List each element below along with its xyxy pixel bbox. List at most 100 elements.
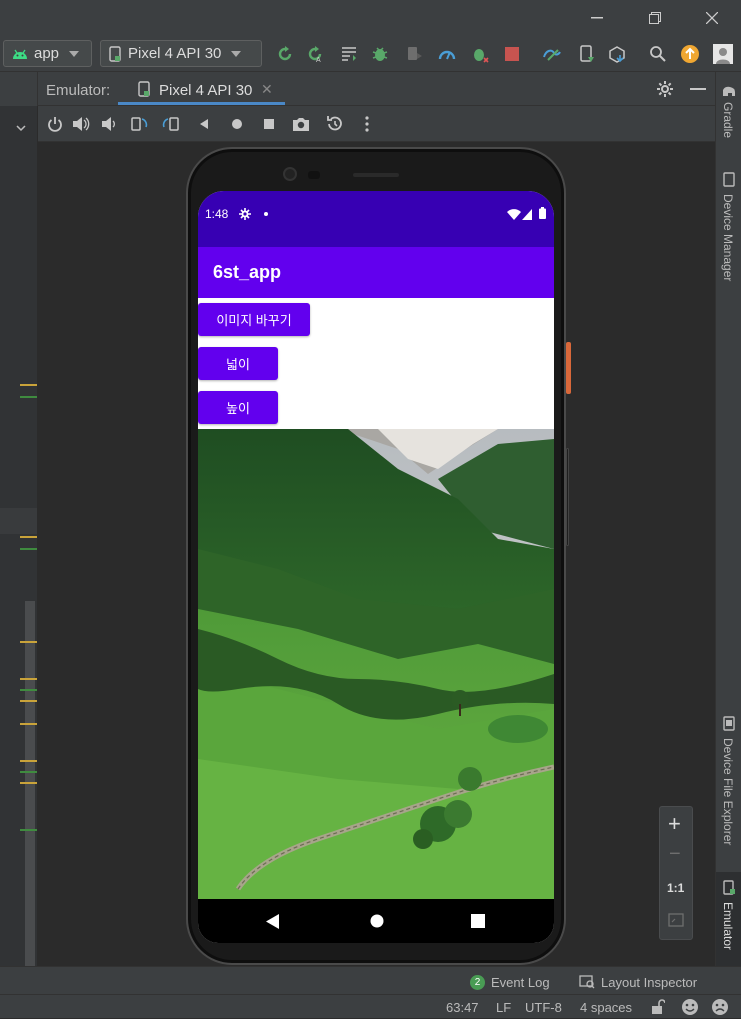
height-button[interactable]: 높이 (198, 391, 278, 424)
debug-attach-bug-icon[interactable] (470, 44, 490, 64)
rotate-left-icon[interactable] (130, 115, 148, 133)
left-editor-gutter (0, 106, 38, 966)
gear-icon[interactable] (656, 80, 674, 103)
line-ending[interactable]: LF (496, 1000, 511, 1015)
highlighted-row (0, 508, 37, 534)
marker-warning (20, 384, 37, 386)
file-encoding[interactable]: UTF-8 (525, 1000, 562, 1015)
home-icon[interactable] (228, 115, 246, 133)
volume-up-icon[interactable] (72, 115, 90, 133)
camera-screenshot-icon[interactable] (292, 115, 310, 133)
layout-inspector-icon (579, 975, 595, 989)
lock-open-icon[interactable] (651, 999, 666, 1018)
debug-bug-icon[interactable] (370, 44, 390, 64)
elephant-icon (722, 84, 736, 102)
status-time: 1:48 (205, 207, 229, 221)
tool-device-file-explorer[interactable]: Device File Explorer (716, 712, 741, 852)
zoom-in-button[interactable]: + (668, 811, 681, 837)
sad-face-icon[interactable] (711, 998, 729, 1019)
app-title: 6st_app (213, 262, 282, 282)
nav-home-icon[interactable] (370, 914, 384, 933)
cursor-position[interactable]: 63:47 (446, 1000, 479, 1015)
tab-label: Pixel 4 API 30 (159, 82, 253, 99)
chevron-down-icon (69, 50, 80, 57)
marker-warning (20, 760, 37, 762)
tool-gradle[interactable]: Gradle (716, 72, 741, 152)
attach-debugger-icon[interactable] (405, 44, 425, 64)
tab-pixel-4-api-30[interactable]: Pixel 4 API 30 ✕ (118, 72, 285, 106)
window-titlebar (0, 0, 741, 36)
front-camera (283, 167, 297, 181)
event-log-badge: 2 (470, 974, 485, 990)
search-icon[interactable] (648, 44, 668, 64)
zoom-controls: + − 1:1 (659, 806, 693, 940)
marker-change (20, 396, 37, 398)
indent-setting[interactable]: 4 spaces (580, 1000, 632, 1015)
rotate-right-icon[interactable] (162, 115, 180, 133)
marker-change (20, 829, 37, 831)
volume-down-icon[interactable] (100, 115, 118, 133)
back-icon[interactable] (195, 115, 213, 133)
emulator-controls (38, 106, 715, 142)
phone-device-icon (109, 45, 121, 62)
wifi-icon (507, 207, 521, 225)
change-image-button[interactable]: 이미지 바꾸기 (198, 303, 310, 336)
run-config-select[interactable]: app (3, 40, 92, 67)
hide-panel-icon[interactable] (690, 88, 706, 90)
profiler-icon[interactable] (437, 44, 457, 64)
phone-device-icon (138, 81, 150, 102)
user-avatar-icon[interactable] (713, 44, 733, 64)
layout-inspector-tab[interactable]: Layout Inspector (579, 973, 697, 991)
chevron-down-icon (231, 50, 242, 57)
sensor (308, 171, 320, 179)
zoom-fit-icon[interactable] (668, 913, 684, 932)
snapshot-icon[interactable] (326, 115, 344, 133)
width-button[interactable]: 넓이 (198, 347, 278, 380)
marker-change (20, 771, 37, 773)
emulator-tabbar: Emulator: Pixel 4 API 30 ✕ (0, 72, 715, 106)
close-window-icon[interactable] (697, 6, 727, 30)
sdk-manager-icon[interactable] (607, 44, 627, 64)
bottom-tool-bar: 2 Event Log Layout Inspector (0, 966, 741, 994)
update-available-icon[interactable] (680, 44, 700, 64)
zoom-out-button[interactable]: − (669, 843, 681, 866)
marker-change (20, 689, 37, 691)
device-label: Pixel 4 API 30 (128, 45, 222, 62)
volume-side-button[interactable] (566, 448, 569, 546)
earpiece (353, 173, 399, 177)
device-manager-icon (723, 172, 735, 192)
device-manager-icon[interactable] (577, 44, 597, 64)
event-log-label: Event Log (491, 974, 550, 990)
nav-overview-icon[interactable] (471, 914, 485, 933)
tool-device-manager[interactable]: Device Manager (716, 168, 741, 298)
left-panel-header (0, 72, 38, 106)
restore-icon[interactable] (640, 6, 670, 30)
stop-icon[interactable] (502, 44, 522, 64)
marker-warning (20, 723, 37, 725)
logcat-icon[interactable] (340, 44, 360, 64)
apply-changes-restart-icon[interactable] (275, 44, 295, 64)
apply-code-changes-icon[interactable]: A (305, 44, 325, 64)
device-manager-label: Device Manager (721, 194, 735, 282)
device-select[interactable]: Pixel 4 API 30 (100, 40, 262, 67)
ide-status-bar: 63:47 LF UTF-8 4 spaces (0, 994, 741, 1018)
overview-icon[interactable] (260, 115, 278, 133)
chevron-down-icon[interactable] (16, 119, 26, 137)
nav-back-icon[interactable] (266, 914, 279, 934)
close-tab-icon[interactable]: ✕ (261, 81, 273, 98)
android-icon (12, 48, 28, 60)
right-tool-window-bar: Gradle Device Manager Device File Explor… (715, 72, 741, 966)
gradle-label: Gradle (721, 102, 735, 139)
minimize-icon[interactable] (582, 6, 612, 30)
power-side-button[interactable] (566, 342, 571, 394)
event-log-tab[interactable]: 2 Event Log (470, 973, 550, 991)
power-icon[interactable] (46, 115, 64, 133)
marker-warning (20, 782, 37, 784)
marker-warning (20, 536, 37, 538)
tool-emulator[interactable]: Emulator (716, 872, 741, 966)
zoom-actual-size-button[interactable]: 1:1 (667, 881, 684, 895)
sync-gradle-icon[interactable] (542, 44, 562, 64)
emulator-icon (723, 880, 736, 900)
more-options-icon[interactable] (358, 115, 376, 133)
happy-face-icon[interactable] (681, 998, 699, 1019)
